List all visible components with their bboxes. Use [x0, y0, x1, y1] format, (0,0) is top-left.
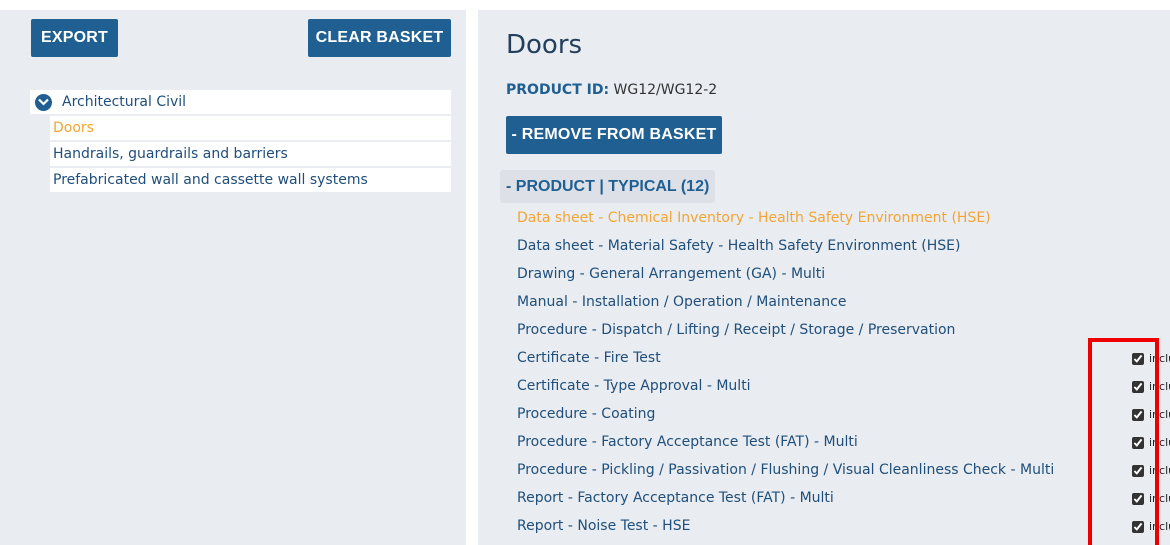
document-row: Manual - Installation / Operation / Main… — [517, 290, 1170, 314]
document-row: Procedure - Dispatch / Lifting / Receipt… — [517, 318, 1170, 342]
include-checkbox-input[interactable] — [1132, 408, 1144, 421]
include-checkbox-input[interactable] — [1132, 436, 1144, 449]
section-toggle-product-typical[interactable]: - PRODUCT | TYPICAL (12) — [500, 170, 715, 203]
document-row: Procedure - Factory Acceptance Test (FAT… — [517, 430, 1170, 454]
page-title: Doors — [506, 30, 583, 60]
include-checkbox[interactable]: include — [1132, 377, 1170, 396]
include-label: include — [1149, 492, 1170, 505]
include-checkbox[interactable]: include — [1132, 433, 1170, 452]
include-checkbox[interactable]: include — [1132, 349, 1170, 368]
tree-root-label: Architectural Civil — [62, 94, 187, 110]
document-row: Data sheet - Chemical Inventory - Health… — [517, 206, 1170, 230]
remove-from-basket-button[interactable]: - REMOVE FROM BASKET — [506, 116, 722, 154]
include-checkbox-input[interactable] — [1132, 464, 1144, 477]
category-tree: Architectural Civil Doors Handrails, guar… — [30, 90, 451, 194]
document-link[interactable]: Certificate - Type Approval - Multi — [517, 378, 751, 394]
chevron-down-icon[interactable] — [35, 93, 52, 111]
tree-item[interactable]: Handrails, guardrails and barriers — [50, 142, 451, 168]
product-id-label: PRODUCT ID: — [506, 82, 610, 98]
include-label: include — [1149, 520, 1170, 533]
document-row: Procedure - Pickling / Passivation / Flu… — [517, 458, 1170, 482]
document-row: Report - Factory Acceptance Test (FAT) -… — [517, 486, 1170, 510]
document-link[interactable]: Report - Factory Acceptance Test (FAT) -… — [517, 490, 834, 506]
include-label: include — [1149, 352, 1170, 365]
tree-item[interactable]: Prefabricated wall and cassette wall sys… — [50, 168, 451, 194]
document-row: Data sheet - Material Safety - Health Sa… — [517, 234, 1170, 258]
document-link[interactable]: Data sheet - Material Safety - Health Sa… — [517, 238, 960, 254]
include-checkbox-input[interactable] — [1132, 380, 1144, 393]
document-link[interactable]: Procedure - Dispatch / Lifting / Receipt… — [517, 322, 955, 338]
clear-basket-button[interactable]: CLEAR BASKET — [308, 19, 451, 57]
include-checkbox-input[interactable] — [1132, 520, 1144, 533]
tree-root-architectural-civil[interactable]: Architectural Civil — [30, 90, 451, 116]
include-checkbox-input[interactable] — [1132, 492, 1144, 505]
document-link[interactable]: Procedure - Factory Acceptance Test (FAT… — [517, 434, 858, 450]
product-id-value: WG12/WG12-2 — [613, 82, 718, 98]
product-id: PRODUCT ID: WG12/WG12-2 — [506, 82, 717, 98]
include-checkbox[interactable]: include — [1132, 517, 1170, 536]
document-link[interactable]: Data sheet - Chemical Inventory - Health… — [517, 210, 991, 226]
tree-item[interactable]: Doors — [50, 116, 451, 142]
include-checkbox[interactable]: include — [1132, 489, 1170, 508]
document-link[interactable]: Report - Noise Test - HSE — [517, 518, 690, 534]
export-button[interactable]: EXPORT — [31, 19, 118, 57]
document-row: Certificate - Fire TestincludeC — [517, 346, 1170, 370]
include-checkbox-input[interactable] — [1132, 352, 1144, 365]
include-checkbox[interactable]: include — [1132, 405, 1170, 424]
document-link[interactable]: Procedure - Coating — [517, 406, 655, 422]
main-panel: Doors PRODUCT ID: WG12/WG12-2 - REMOVE F… — [466, 0, 1170, 545]
document-link[interactable]: Manual - Installation / Operation / Main… — [517, 294, 846, 310]
document-row: Certificate - Type Approval - Multi inclu… — [517, 374, 1170, 398]
include-label: include — [1149, 380, 1170, 393]
document-row: Report - Noise Test - HSEincludeC — [517, 514, 1170, 538]
include-label: include — [1149, 408, 1170, 421]
include-checkbox[interactable]: include — [1132, 461, 1170, 480]
document-link[interactable]: Procedure - Pickling / Passivation / Flu… — [517, 462, 1054, 478]
document-link[interactable]: Certificate - Fire Test — [517, 350, 661, 366]
document-link[interactable]: Drawing - General Arrangement (GA) - Mul… — [517, 266, 825, 282]
document-row: Drawing - General Arrangement (GA) - Mul… — [517, 262, 1170, 286]
include-label: include — [1149, 464, 1170, 477]
include-label: include — [1149, 436, 1170, 449]
left-panel: EXPORT CLEAR BASKET Architectural Civil … — [0, 0, 466, 545]
document-row: Procedure - CoatingincludeC — [517, 402, 1170, 426]
